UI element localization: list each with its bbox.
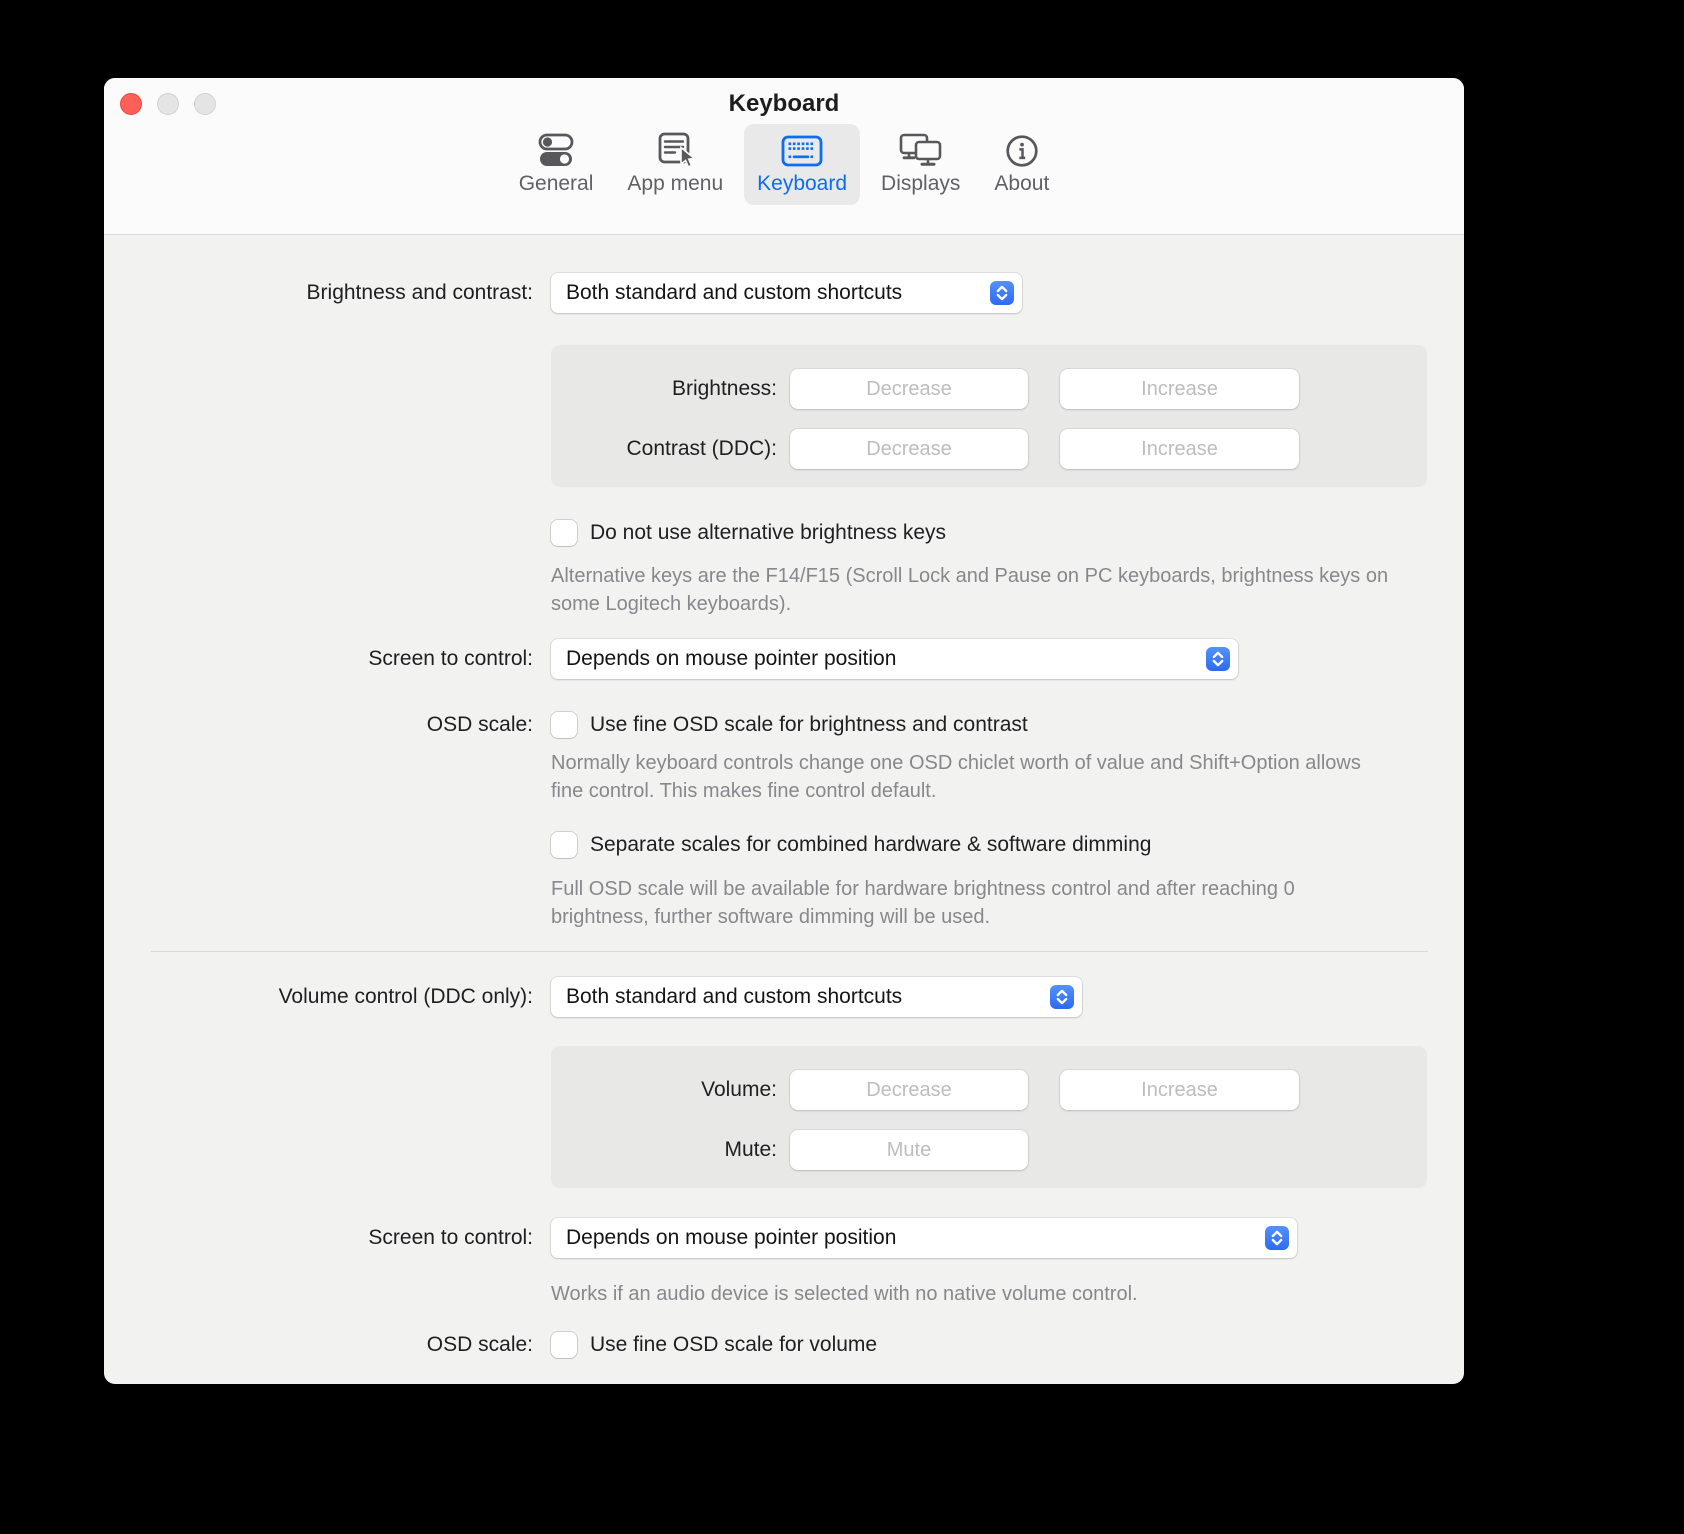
mute-recorder[interactable]: Mute	[790, 1130, 1028, 1170]
volume-row-label: Volume:	[551, 1078, 777, 1102]
screen-to-control-row: Screen to control: Depends on mouse poin…	[104, 639, 1464, 679]
window-controls	[120, 93, 216, 115]
minimize-button[interactable]	[157, 93, 179, 115]
brightness-row-label: Brightness:	[551, 377, 777, 401]
contrast-increase-recorder[interactable]: Increase	[1060, 429, 1299, 469]
alt-keys-row: Do not use alternative brightness keys	[551, 520, 1464, 546]
separate-scales-checkbox[interactable]	[551, 832, 577, 858]
contrast-row-label: Contrast (DDC):	[551, 437, 777, 461]
osd-fine-checkbox[interactable]	[551, 712, 577, 738]
contrast-shortcut-row: Contrast (DDC): Decrease Increase	[551, 429, 1427, 469]
popup-chevrons-icon	[1206, 647, 1230, 671]
alt-keys-help-text: Alternative keys are the F14/F15 (Scroll…	[551, 562, 1396, 618]
screen-to-control-label: Screen to control:	[104, 647, 533, 671]
tab-app-menu[interactable]: App menu	[614, 124, 736, 205]
popup-chevrons-icon	[1050, 985, 1074, 1009]
volume-osd-fine-checkbox[interactable]	[551, 1332, 577, 1358]
brightness-mode-row: Brightness and contrast: Both standard a…	[104, 273, 1464, 313]
section-divider	[151, 951, 1428, 952]
osd-fine-help-text: Normally keyboard controls change one OS…	[551, 749, 1396, 805]
volume-osd-scale-row: OSD scale: Use fine OSD scale for volume	[104, 1332, 1464, 1358]
volume-shortcut-row: Volume: Decrease Increase	[551, 1070, 1427, 1110]
preferences-window: Keyboard General	[104, 78, 1464, 1384]
volume-mode-popup[interactable]: Both standard and custom shortcuts	[551, 977, 1082, 1017]
separate-scales-help-text: Full OSD scale will be available for har…	[551, 875, 1396, 931]
keyboard-icon	[778, 132, 826, 170]
switches-icon	[532, 132, 580, 170]
brightness-increase-recorder[interactable]: Increase	[1060, 369, 1299, 409]
recorder-placeholder: Increase	[1141, 1079, 1218, 1102]
close-button[interactable]	[120, 93, 142, 115]
brightness-mode-value: Both standard and custom shortcuts	[566, 281, 902, 305]
brightness-decrease-recorder[interactable]: Decrease	[790, 369, 1028, 409]
tab-label: App menu	[627, 172, 723, 196]
menu-cursor-icon	[651, 132, 699, 170]
volume-screen-help-text: Works if an audio device is selected wit…	[551, 1280, 1396, 1308]
screen-to-control-popup[interactable]: Depends on mouse pointer position	[551, 639, 1238, 679]
popup-chevrons-icon	[990, 281, 1014, 305]
alt-keys-checkbox[interactable]	[551, 520, 577, 546]
brightness-shortcuts-group: Brightness: Decrease Increase Contrast (…	[551, 345, 1427, 487]
brightness-mode-popup[interactable]: Both standard and custom shortcuts	[551, 273, 1022, 313]
volume-screen-to-control-row: Screen to control: Depends on mouse poin…	[104, 1218, 1464, 1258]
brightness-mode-label: Brightness and contrast:	[104, 281, 533, 305]
contrast-decrease-recorder[interactable]: Decrease	[790, 429, 1028, 469]
title-bar: Keyboard General	[104, 78, 1464, 235]
recorder-placeholder: Increase	[1141, 378, 1218, 401]
osd-fine-label: Use fine OSD scale for brightness and co…	[590, 713, 1028, 737]
separate-scales-label: Separate scales for combined hardware & …	[590, 833, 1151, 857]
separate-scales-row: Separate scales for combined hardware & …	[551, 832, 1464, 858]
recorder-placeholder: Decrease	[866, 1079, 952, 1102]
volume-osd-fine-label: Use fine OSD scale for volume	[590, 1333, 877, 1357]
displays-icon	[897, 132, 945, 170]
volume-shortcuts-group: Volume: Decrease Increase Mute: Mute	[551, 1046, 1427, 1188]
volume-mode-label: Volume control (DDC only):	[104, 985, 533, 1009]
volume-screen-to-control-value: Depends on mouse pointer position	[566, 1226, 896, 1250]
volume-screen-to-control-popup[interactable]: Depends on mouse pointer position	[551, 1218, 1297, 1258]
zoom-button[interactable]	[194, 93, 216, 115]
tab-label: About	[994, 172, 1049, 196]
tab-displays[interactable]: Displays	[868, 124, 973, 205]
osd-fine-row: Use fine OSD scale for brightness and co…	[551, 712, 1464, 738]
tab-general[interactable]: General	[506, 124, 607, 205]
mute-shortcut-row: Mute: Mute	[551, 1130, 1427, 1170]
volume-mode-row: Volume control (DDC only): Both standard…	[104, 977, 1464, 1017]
tab-about[interactable]: About	[981, 124, 1062, 205]
volume-decrease-recorder[interactable]: Decrease	[790, 1070, 1028, 1110]
osd-scale-label: OSD scale:	[104, 713, 533, 737]
screen-to-control-value: Depends on mouse pointer position	[566, 647, 896, 671]
volume-screen-to-control-label: Screen to control:	[104, 1226, 533, 1250]
brightness-shortcut-row: Brightness: Decrease Increase	[551, 369, 1427, 409]
tab-label: General	[519, 172, 594, 196]
tab-label: Displays	[881, 172, 960, 196]
toolbar-tabs: General App menu	[104, 124, 1464, 205]
recorder-placeholder: Increase	[1141, 438, 1218, 461]
recorder-placeholder: Mute	[887, 1139, 931, 1162]
window-title: Keyboard	[104, 78, 1464, 118]
volume-osd-fine-row: Use fine OSD scale for volume	[551, 1332, 1464, 1358]
osd-scale-row: OSD scale: Use fine OSD scale for bright…	[104, 712, 1464, 738]
volume-mode-value: Both standard and custom shortcuts	[566, 985, 902, 1009]
alt-keys-label: Do not use alternative brightness keys	[590, 521, 946, 545]
volume-osd-scale-label: OSD scale:	[104, 1333, 533, 1357]
tab-keyboard[interactable]: Keyboard	[744, 124, 860, 205]
volume-increase-recorder[interactable]: Increase	[1060, 1070, 1299, 1110]
tab-label: Keyboard	[757, 172, 847, 196]
mute-row-label: Mute:	[551, 1138, 777, 1162]
recorder-placeholder: Decrease	[866, 438, 952, 461]
settings-content: Brightness and contrast: Both standard a…	[104, 273, 1464, 1358]
recorder-placeholder: Decrease	[866, 378, 952, 401]
info-circle-icon	[998, 132, 1046, 170]
popup-chevrons-icon	[1265, 1226, 1289, 1250]
